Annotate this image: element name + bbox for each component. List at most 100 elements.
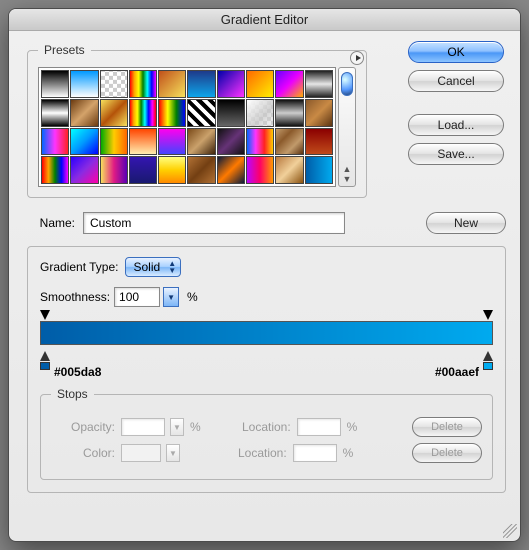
preset-swatch[interactable] <box>100 99 128 127</box>
preset-swatch[interactable] <box>41 128 69 156</box>
preset-swatch[interactable] <box>275 156 303 184</box>
smoothness-row: Smoothness: ▼ % <box>40 287 493 307</box>
preset-swatch[interactable] <box>129 128 157 156</box>
preset-swatch[interactable] <box>246 128 274 156</box>
smoothness-input[interactable] <box>114 287 160 307</box>
preset-swatch[interactable] <box>129 156 157 184</box>
gradient-type-select[interactable]: Solid ▲▼ <box>125 257 182 277</box>
resize-grip-icon[interactable] <box>503 524 517 538</box>
color-delete-button: Delete <box>412 443 482 463</box>
cancel-button[interactable]: Cancel <box>408 70 504 92</box>
opacity-label: Opacity: <box>51 420 115 434</box>
smoothness-stepper[interactable]: ▼ <box>163 287 179 307</box>
opacity-location-field <box>297 418 341 436</box>
preset-swatch[interactable] <box>275 128 303 156</box>
presets-scrollbar[interactable]: ▲ ▼ <box>338 67 356 187</box>
gradient-type-row: Gradient Type: Solid ▲▼ <box>40 257 493 277</box>
save-button[interactable]: Save... <box>408 143 504 165</box>
preset-swatch[interactable] <box>305 70 333 98</box>
dialog-button-column: OK Cancel Load... Save... <box>408 41 504 165</box>
color-location-field <box>293 444 337 462</box>
opacity-unit: % <box>190 420 201 434</box>
color-dropdown-icon: ▼ <box>166 444 180 462</box>
gradient-editor-window: Gradient Editor OK Cancel Load... Save..… <box>8 8 521 542</box>
preset-swatch[interactable] <box>41 156 69 184</box>
smoothness-label: Smoothness: <box>40 290 110 304</box>
preset-swatch[interactable] <box>158 128 186 156</box>
scroll-down-icon[interactable]: ▼ <box>343 174 352 184</box>
preset-swatch[interactable] <box>158 70 186 98</box>
preset-swatch[interactable] <box>158 99 186 127</box>
preset-swatch[interactable] <box>41 70 69 98</box>
color-well <box>121 444 161 462</box>
preset-swatch[interactable] <box>305 128 333 156</box>
opacity-stop-left[interactable] <box>40 310 50 320</box>
select-arrows-icon: ▲▼ <box>168 260 176 274</box>
gradient-bar-editor: #005da8 #00aaef <box>40 321 493 375</box>
preset-swatch[interactable] <box>70 99 98 127</box>
presets-menu-icon[interactable] <box>350 51 364 65</box>
color-stop-row: Color: ▼ % Location: % Delete <box>51 443 482 463</box>
gradient-type-label: Gradient Type: <box>40 260 119 274</box>
preset-swatch[interactable] <box>41 99 69 127</box>
opacity-stop-row: Opacity: ▼ % Location: % Delete <box>51 417 482 437</box>
preset-swatch[interactable] <box>217 156 245 184</box>
preset-swatch[interactable] <box>187 70 215 98</box>
presets-legend: Presets <box>38 43 91 57</box>
load-button[interactable]: Load... <box>408 114 504 136</box>
preset-swatch[interactable] <box>217 70 245 98</box>
scroll-up-icon[interactable]: ▲ <box>343 164 352 174</box>
content: OK Cancel Load... Save... Presets ▲ ▼ N <box>9 31 520 541</box>
preset-swatch[interactable] <box>70 156 98 184</box>
titlebar[interactable]: Gradient Editor <box>9 9 520 31</box>
name-row: Name: New <box>27 212 506 234</box>
preset-swatch[interactable] <box>217 99 245 127</box>
color-stop-right-hex: #00aaef <box>435 365 479 379</box>
new-button[interactable]: New <box>426 212 506 234</box>
opacity-stop-right[interactable] <box>483 310 493 320</box>
preset-swatch[interactable] <box>70 128 98 156</box>
preset-swatch[interactable] <box>305 156 333 184</box>
preset-swatch[interactable] <box>187 156 215 184</box>
preset-swatch[interactable] <box>129 70 157 98</box>
color-label: Color: <box>51 446 115 460</box>
preset-swatch[interactable] <box>70 70 98 98</box>
preset-swatch[interactable] <box>246 99 274 127</box>
color-location-unit: % <box>343 446 354 460</box>
preset-swatch[interactable] <box>129 99 157 127</box>
opacity-delete-button: Delete <box>412 417 482 437</box>
color-stop-right-well[interactable] <box>483 362 493 370</box>
color-stop-left-hex: #005da8 <box>54 365 101 379</box>
preset-swatch[interactable] <box>217 128 245 156</box>
color-location-label: Location: <box>223 446 287 460</box>
preset-swatch[interactable] <box>100 128 128 156</box>
window-title: Gradient Editor <box>221 12 308 27</box>
stops-group: Stops Opacity: ▼ % Location: % Delete Co… <box>40 387 493 480</box>
name-label: Name: <box>27 216 75 230</box>
smoothness-unit: % <box>187 290 198 304</box>
presets-grid <box>38 67 336 187</box>
opacity-location-label: Location: <box>227 420 291 434</box>
color-stop-left-well[interactable] <box>40 362 50 370</box>
opacity-field <box>121 418 165 436</box>
color-stop-left-pointer[interactable] <box>40 351 50 361</box>
stops-legend: Stops <box>51 387 94 401</box>
name-input[interactable] <box>83 212 345 234</box>
color-stop-right-pointer[interactable] <box>483 351 493 361</box>
ok-button[interactable]: OK <box>408 41 504 63</box>
preset-swatch[interactable] <box>246 70 274 98</box>
preset-swatch[interactable] <box>275 99 303 127</box>
preset-swatch[interactable] <box>187 99 215 127</box>
opacity-location-unit: % <box>347 420 358 434</box>
preset-swatch[interactable] <box>100 70 128 98</box>
preset-swatch[interactable] <box>187 128 215 156</box>
gradient-bar[interactable] <box>40 321 493 345</box>
preset-swatch[interactable] <box>275 70 303 98</box>
scrollbar-thumb[interactable] <box>341 72 353 96</box>
presets-group: Presets ▲ ▼ <box>27 43 367 198</box>
preset-swatch[interactable] <box>246 156 274 184</box>
color-stops-row: #005da8 #00aaef <box>40 347 493 375</box>
preset-swatch[interactable] <box>158 156 186 184</box>
preset-swatch[interactable] <box>305 99 333 127</box>
preset-swatch[interactable] <box>100 156 128 184</box>
